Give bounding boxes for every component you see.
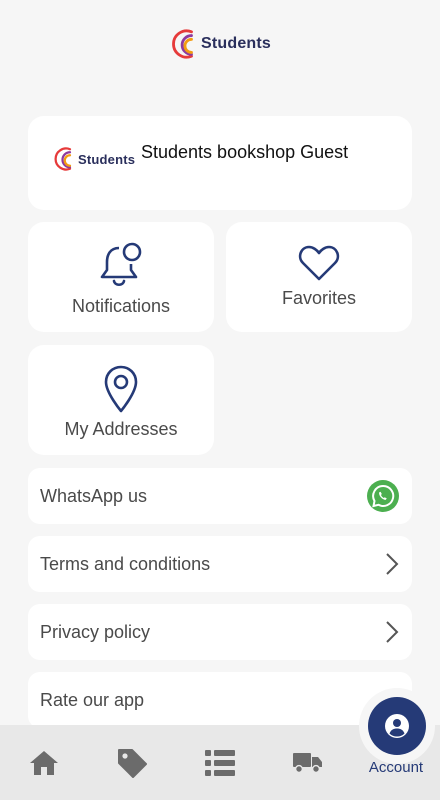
students-logo-icon xyxy=(172,29,193,59)
nav-offers[interactable] xyxy=(88,725,176,800)
terms-row[interactable]: Terms and conditions xyxy=(28,536,412,592)
favorites-label: Favorites xyxy=(281,288,357,308)
bell-icon xyxy=(100,242,142,287)
favorites-tile[interactable]: Favorites xyxy=(226,222,412,332)
location-pin-icon xyxy=(104,365,138,413)
privacy-row[interactable]: Privacy policy xyxy=(28,604,412,660)
app-header: Students xyxy=(0,28,440,60)
students-logo-icon xyxy=(54,147,72,171)
tag-icon xyxy=(118,748,147,778)
terms-label: Terms and conditions xyxy=(40,553,211,574)
list-icon xyxy=(205,749,235,776)
rate-label: Rate our app xyxy=(40,689,145,710)
profile-logo-text: Students xyxy=(78,151,136,167)
whatsapp-label: WhatsApp us xyxy=(40,485,148,506)
home-icon xyxy=(30,750,58,775)
heart-icon xyxy=(298,245,340,281)
chevron-right-icon xyxy=(386,553,399,575)
profile-card[interactable]: Students Students bookshop Guest xyxy=(28,116,412,210)
addresses-label: My Addresses xyxy=(64,419,178,439)
notifications-label: Notifications xyxy=(71,296,171,316)
profile-name: Students bookshop Guest xyxy=(141,142,349,162)
notifications-tile[interactable]: Notifications xyxy=(28,222,214,332)
whatsapp-row[interactable]: WhatsApp us xyxy=(28,468,412,524)
rate-app-row[interactable]: Rate our app xyxy=(28,672,412,728)
logo-text: Students xyxy=(200,35,272,52)
addresses-tile[interactable]: My Addresses xyxy=(28,345,214,455)
nav-delivery[interactable] xyxy=(264,725,352,800)
user-icon xyxy=(385,714,409,738)
nav-account-label[interactable]: Account xyxy=(352,759,440,776)
app-logo: Students xyxy=(169,28,271,60)
whatsapp-icon xyxy=(367,480,399,512)
account-screen: Students Students Students bookshop Gues… xyxy=(0,0,440,800)
nav-home[interactable] xyxy=(0,725,88,800)
truck-icon xyxy=(293,752,322,773)
privacy-label: Privacy policy xyxy=(40,621,151,642)
chevron-right-icon xyxy=(386,621,399,643)
nav-account[interactable] xyxy=(359,688,435,764)
profile-logo: Students xyxy=(52,146,135,172)
nav-orders[interactable] xyxy=(176,725,264,800)
account-button[interactable] xyxy=(368,697,426,755)
